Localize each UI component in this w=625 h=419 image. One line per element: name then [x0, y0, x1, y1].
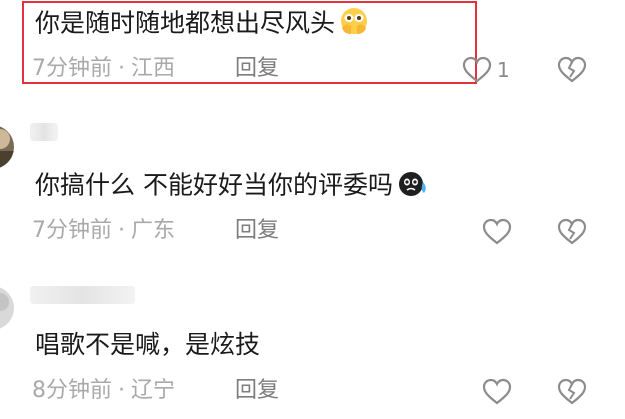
avatar[interactable] [0, 125, 14, 169]
comment-time: 8分钟前 [32, 378, 112, 403]
dislike-broken-heart-icon[interactable] [557, 56, 587, 84]
like-count: 1 [497, 58, 510, 82]
comment-location: 江西 [131, 56, 176, 81]
reply-button[interactable]: 回复 [235, 378, 279, 404]
comment-meta: 7分钟前 · 广东 [32, 218, 175, 244]
like-heart-icon[interactable] [482, 378, 512, 406]
like-heart-icon[interactable] [482, 218, 512, 246]
cold-sweat-icon [395, 168, 429, 205]
username-blurred[interactable] [30, 286, 135, 304]
meta-separator: · [118, 56, 125, 81]
avatar[interactable] [0, 286, 14, 330]
reply-button[interactable]: 回复 [235, 218, 279, 244]
dislike-broken-heart-icon[interactable] [557, 378, 587, 406]
comment-text: 你是随时随地都想出尽风头 [35, 6, 371, 43]
comment-text: 唱歌不是喊，是炫技 [35, 330, 261, 359]
comment-location: 辽宁 [131, 378, 176, 403]
comment-meta: 8分钟前 · 辽宁 [32, 378, 175, 404]
reply-button[interactable]: 回复 [235, 56, 279, 82]
comment-time: 7分钟前 [32, 218, 112, 243]
meta-separator: · [118, 378, 125, 403]
meta-separator: · [118, 218, 125, 243]
comment-time: 7分钟前 [32, 56, 112, 81]
dislike-broken-heart-icon[interactable] [557, 218, 587, 246]
hands-over-face-icon [337, 6, 371, 43]
comment-meta: 7分钟前 · 江西 [32, 56, 175, 82]
comment-location: 广东 [131, 218, 176, 243]
comment-text: 你搞什么 不能好好当你的评委吗 [35, 168, 429, 205]
username-blurred[interactable] [30, 123, 58, 141]
like-heart-icon[interactable] [462, 56, 492, 84]
